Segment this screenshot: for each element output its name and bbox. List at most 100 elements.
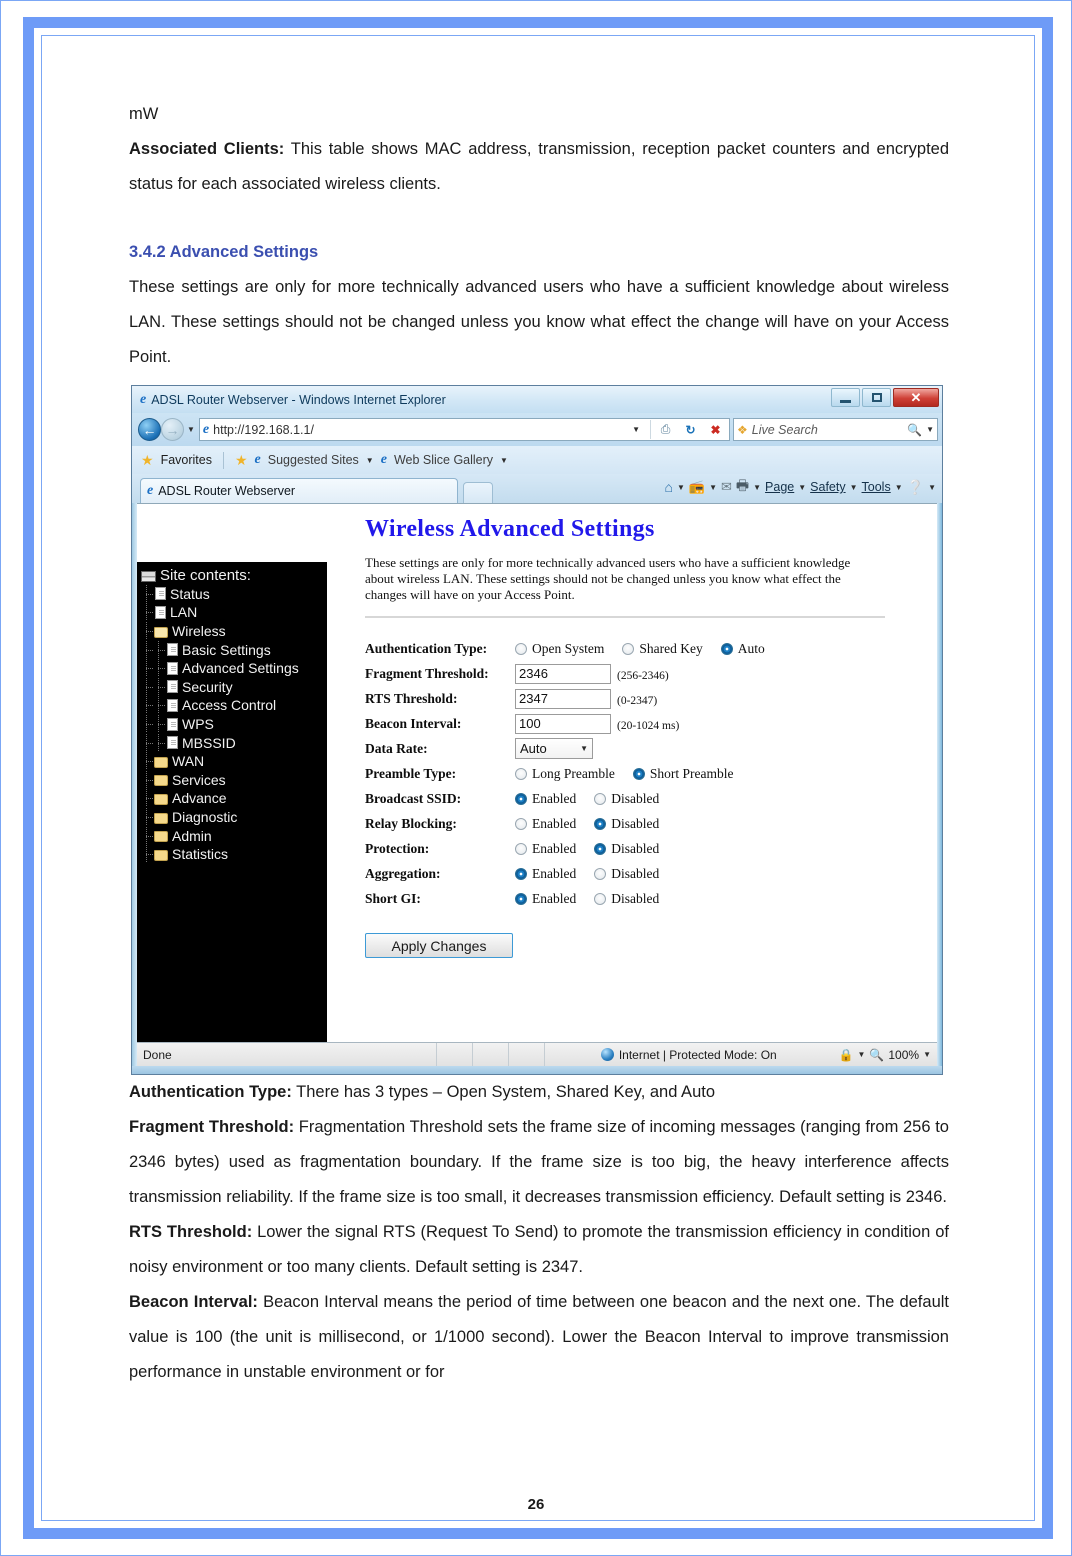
sidebar-item-wan[interactable]: WAN — [141, 752, 327, 771]
radio-short-preamble[interactable] — [632, 767, 645, 780]
security-zone[interactable]: Internet | Protected Mode: On — [545, 1048, 833, 1062]
print-icon[interactable]: 🖶 — [736, 475, 749, 499]
radio-shared-key[interactable] — [622, 642, 635, 655]
sidebar-item-services[interactable]: Services — [141, 770, 327, 790]
rts-threshold-input[interactable]: 2347 — [515, 688, 611, 709]
apply-changes-button[interactable]: Apply Changes — [365, 933, 513, 958]
fragment-threshold-input[interactable]: 2346 — [515, 663, 611, 684]
radio-label-broadcast-ssid-disabled[interactable]: Disabled — [611, 791, 659, 807]
tools-menu[interactable]: Tools — [862, 480, 891, 494]
page-chevron-down-icon[interactable]: ▼ — [798, 483, 806, 492]
zoom-level[interactable]: 100% — [888, 1048, 919, 1062]
sidebar-item-access-control[interactable]: Access Control — [141, 696, 327, 715]
web-slice-chevron-down-icon[interactable]: ▼ — [500, 456, 508, 465]
web-slice-gallery-button[interactable]: Web Slice Gallery — [394, 453, 493, 467]
sidebar-item-statistics[interactable]: Statistics — [141, 845, 327, 864]
minimize-button[interactable] — [831, 388, 860, 407]
radio-relay-blocking-disabled[interactable] — [594, 817, 607, 830]
sidebar-item-wireless[interactable]: Wireless — [141, 622, 327, 641]
sidebar-item-advanced-settings[interactable]: Advanced Settings — [141, 659, 327, 678]
radio-aggregation-enabled[interactable] — [515, 867, 527, 880]
refresh-icon[interactable]: ↻ — [680, 419, 701, 440]
radio-label-open-system[interactable]: Open System — [532, 641, 604, 657]
help-chevron-down-icon[interactable]: ▼ — [928, 483, 936, 492]
sidebar-item-admin[interactable]: Admin — [141, 826, 327, 845]
search-box[interactable]: ❖ Live Search 🔍 ▼ — [733, 418, 938, 441]
sidebar-item-advance[interactable]: Advance — [141, 789, 327, 808]
radio-short-gi-disabled[interactable] — [594, 892, 607, 905]
add-to-favorites-icon[interactable]: ★ — [235, 452, 248, 469]
sidebar-item-wps[interactable]: WPS — [141, 715, 327, 734]
radio-label-short-preamble[interactable]: Short Preamble — [650, 766, 734, 782]
safety-chevron-down-icon[interactable]: ▼ — [850, 483, 858, 492]
radio-label-protection-disabled[interactable]: Disabled — [611, 841, 659, 857]
radio-auto[interactable] — [720, 642, 733, 655]
radio-label-short-gi-disabled[interactable]: Disabled — [611, 891, 659, 907]
radio-open-system[interactable] — [515, 642, 527, 655]
stop-icon[interactable]: ✖ — [705, 419, 726, 440]
home-chevron-down-icon[interactable]: ▼ — [677, 483, 685, 492]
data-rate-select[interactable]: Auto ▼ — [515, 738, 593, 759]
tree-guide — [141, 677, 153, 696]
tools-chevron-down-icon[interactable]: ▼ — [895, 483, 903, 492]
home-icon[interactable]: ⌂ — [665, 479, 673, 495]
suggested-sites-button[interactable]: Suggested Sites — [268, 453, 359, 467]
sidebar-item-status[interactable]: Status — [141, 584, 327, 604]
radio-broadcast-ssid-enabled[interactable] — [515, 792, 527, 805]
radio-label-long-preamble[interactable]: Long Preamble — [532, 766, 615, 782]
sidebar-item-basic-settings[interactable]: Basic Settings — [141, 640, 327, 659]
new-tab-button[interactable] — [463, 482, 493, 503]
sidebar-item-mbssid[interactable]: MBSSID — [141, 733, 327, 752]
sidebar-item-diagnostic[interactable]: Diagnostic — [141, 808, 327, 827]
radio-label-relay-blocking-disabled[interactable]: Disabled — [611, 816, 659, 832]
zoom-chevron-down-icon[interactable]: ▼ — [923, 1050, 931, 1059]
radio-label-shared-key[interactable]: Shared Key — [639, 641, 702, 657]
page-menu[interactable]: Page — [765, 480, 794, 494]
radio-long-preamble[interactable] — [515, 767, 527, 780]
tab-adsl-router-webserver[interactable]: e ADSL Router Webserver — [140, 478, 458, 503]
tree-guide — [141, 770, 153, 789]
radio-label-aggregation-enabled[interactable]: Enabled — [532, 866, 576, 882]
fragment-threshold-hint: (256-2346) — [617, 670, 669, 682]
favorites-button[interactable]: Favorites — [161, 453, 212, 467]
suggested-sites-chevron-down-icon[interactable]: ▼ — [366, 456, 374, 465]
radio-label-short-gi-enabled[interactable]: Enabled — [532, 891, 576, 907]
forward-button[interactable]: → — [161, 418, 184, 441]
sidebar-item-lan[interactable]: LAN — [141, 603, 327, 622]
favorites-star-icon[interactable]: ★ — [141, 452, 154, 469]
radio-short-gi-enabled[interactable] — [515, 892, 527, 905]
feeds-icon[interactable]: 📻 — [689, 479, 705, 495]
beacon-interval-input[interactable]: 100 — [515, 713, 611, 734]
radio-protection-disabled[interactable] — [594, 842, 607, 855]
help-icon[interactable]: ❔ — [907, 479, 924, 496]
radio-broadcast-ssid-disabled[interactable] — [594, 792, 607, 805]
radio-protection-enabled[interactable] — [515, 842, 527, 855]
print-chevron-down-icon[interactable]: ▼ — [753, 483, 761, 492]
privacy-chevron-down-icon[interactable]: ▼ — [858, 1050, 866, 1059]
radio-label-auto[interactable]: Auto — [738, 641, 765, 657]
close-button[interactable]: ✕ — [893, 388, 939, 407]
recent-pages-chevron-down-icon[interactable]: ▼ — [187, 425, 195, 434]
address-chevron-down-icon[interactable]: ▼ — [626, 425, 646, 434]
radio-label-relay-blocking-enabled[interactable]: Enabled — [532, 816, 576, 832]
privacy-icon[interactable]: 🔒 — [839, 1048, 854, 1062]
read-mail-icon[interactable]: ✉ — [721, 479, 732, 495]
radio-label-protection-enabled[interactable]: Enabled — [532, 841, 576, 857]
radio-aggregation-disabled[interactable] — [594, 867, 607, 880]
radio-label-aggregation-disabled[interactable]: Disabled — [611, 866, 659, 882]
back-button[interactable]: ← — [138, 418, 161, 441]
address-bar[interactable]: e http://192.168.1.1/ ▼ ⎙ ↻ ✖ — [198, 418, 730, 441]
maximize-button[interactable] — [862, 388, 891, 407]
compatibility-view-icon[interactable]: ⎙ — [655, 419, 676, 440]
radio-label-broadcast-ssid-enabled[interactable]: Enabled — [532, 791, 576, 807]
search-icon[interactable]: 🔍 — [907, 423, 922, 437]
sidebar-item-security[interactable]: Security — [141, 677, 327, 697]
tree-guide — [153, 733, 165, 752]
sidebar-item-label: Wireless — [172, 623, 226, 640]
zoom-icon[interactable]: 🔍 — [869, 1048, 884, 1062]
search-chevron-down-icon[interactable]: ▼ — [926, 425, 934, 434]
radio-relay-blocking-enabled[interactable] — [515, 817, 527, 830]
feeds-chevron-down-icon[interactable]: ▼ — [709, 483, 717, 492]
document-icon — [155, 605, 166, 619]
safety-menu[interactable]: Safety — [810, 480, 845, 494]
